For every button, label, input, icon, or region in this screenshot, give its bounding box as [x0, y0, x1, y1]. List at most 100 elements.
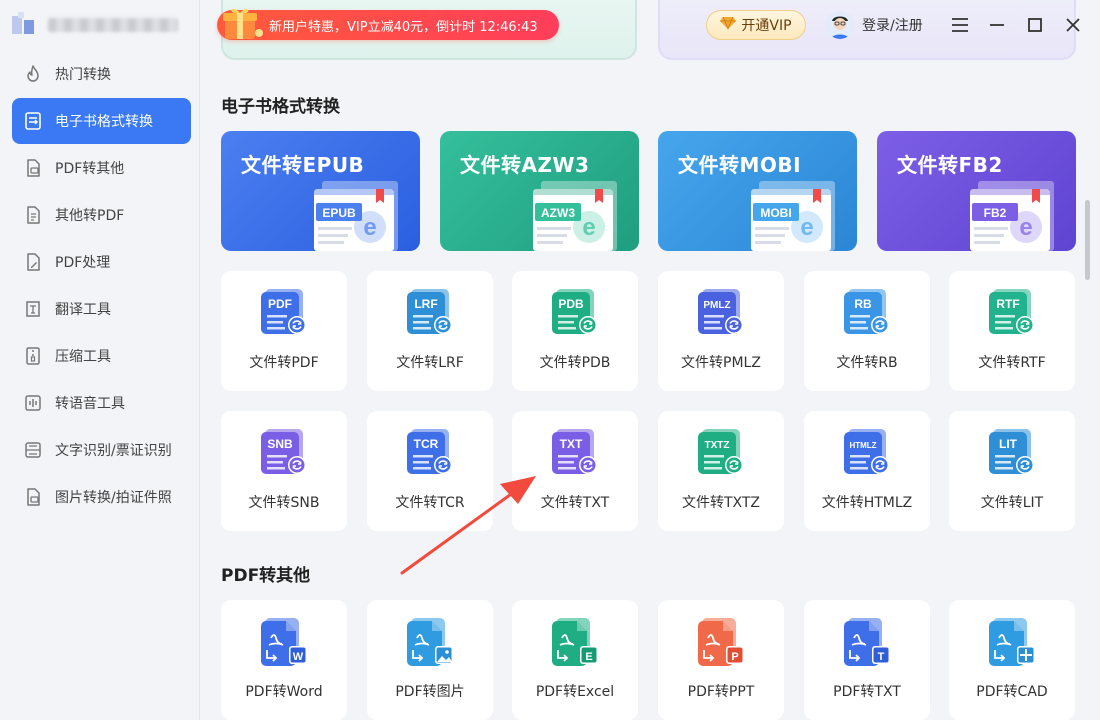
tool-card[interactable]: TXTZ 文件转TXTZ — [658, 411, 784, 531]
section-title: 电子书格式转换 — [221, 97, 340, 117]
sidebar-item-label: 翻译工具 — [55, 302, 111, 318]
sidebar-item-other-to-pdf[interactable]: 其他转PDF — [12, 192, 191, 238]
app-name-blurred — [48, 18, 178, 32]
tool-label: PDF转PPT — [687, 684, 755, 700]
tool-card[interactable]: PDB 文件转PDB — [512, 271, 638, 391]
translate-icon — [22, 298, 44, 320]
featured-card-title: 文件转MOBI — [678, 153, 802, 177]
maximize-icon[interactable] — [1023, 13, 1047, 37]
gift-icon — [217, 3, 269, 41]
tool-card[interactable]: E PDF转Excel — [512, 600, 638, 720]
book-badge-text: AZW3 — [541, 206, 575, 220]
vip-label: 开通VIP — [741, 18, 792, 34]
tool-label: PDF转TXT — [833, 684, 901, 700]
vip-button[interactable]: 开通VIP — [706, 10, 806, 40]
pdf-doc-icon — [22, 157, 44, 179]
sidebar-item-image[interactable]: 图片转换/拍证件照 — [12, 474, 191, 520]
tool-label: 文件转PDF — [249, 355, 319, 371]
tool-card[interactable]: LRF 文件转LRF — [367, 271, 493, 391]
file-tag-text: TXTZ — [705, 440, 730, 451]
file-tag-text: RB — [854, 297, 872, 311]
close-icon[interactable] — [1061, 13, 1085, 37]
file-convert-icon: PDF — [261, 289, 307, 337]
sidebar-item-label: 其他转PDF — [55, 208, 125, 224]
sidebar-item-pdf-to-other[interactable]: PDF转其他 — [12, 145, 191, 191]
tool-card[interactable]: P PDF转PPT — [658, 600, 784, 720]
promo-text: 新用户特惠，VIP立减40元，倒计时 12:46:43 — [269, 19, 538, 35]
file-tag-text: TCR — [414, 437, 439, 451]
file-tag-text: LIT — [999, 437, 1018, 451]
tool-card[interactable]: PDF 文件转PDF — [221, 271, 347, 391]
sidebar-item-voice[interactable]: 转语音工具 — [12, 380, 191, 426]
diamond-icon — [720, 16, 737, 34]
pdf-convert-icon — [989, 618, 1035, 666]
tool-label: PDF转Word — [245, 684, 323, 700]
section-title: PDF转其他 — [221, 566, 311, 586]
featured-card[interactable]: 文件转AZW3 AZW3 e — [440, 131, 639, 251]
sidebar-item-label: 压缩工具 — [55, 349, 111, 365]
tool-card[interactable]: LIT 文件转LIT — [949, 411, 1075, 531]
sidebar-item-compress[interactable]: 压缩工具 — [12, 333, 191, 379]
tool-card[interactable]: T PDF转TXT — [804, 600, 930, 720]
logo-icon — [12, 12, 38, 38]
sidebar-nav: 热门转换 电子书格式转换 PDF转其他 其他转PDF PDF处理 翻译工具 压缩… — [12, 51, 191, 521]
sidebar-item-label: 电子书格式转换 — [55, 114, 153, 130]
tool-label: 文件转RB — [836, 355, 898, 371]
pdf-convert-icon — [407, 618, 453, 666]
sidebar-item-translate[interactable]: 翻译工具 — [12, 286, 191, 332]
file-convert-icon: SNB — [261, 429, 307, 477]
sidebar-item-ebook[interactable]: 电子书格式转换 — [12, 98, 191, 144]
tool-card[interactable]: SNB 文件转SNB — [221, 411, 347, 531]
app-logo — [12, 12, 182, 38]
tool-card[interactable]: PMLZ 文件转PMLZ — [658, 271, 784, 391]
tool-card[interactable]: W PDF转Word — [221, 600, 347, 720]
file-convert-icon: LRF — [407, 289, 453, 337]
file-tag-text: RTF — [996, 297, 1019, 311]
compress-icon — [22, 345, 44, 367]
pdf-edit-icon — [22, 251, 44, 273]
tool-card[interactable]: PDF转图片 — [367, 600, 493, 720]
featured-card[interactable]: 文件转MOBI MOBI e — [658, 131, 857, 251]
pdf-convert-icon: P — [698, 618, 744, 666]
file-convert-icon: TXTZ — [698, 429, 744, 477]
tool-card[interactable]: RB 文件转RB — [804, 271, 930, 391]
avatar-icon — [826, 11, 854, 39]
badge-letter: E — [585, 651, 592, 663]
book-e-glyph: e — [582, 214, 595, 241]
book-badge-text: FB2 — [984, 206, 1007, 220]
tool-card[interactable]: RTF 文件转RTF — [949, 271, 1075, 391]
file-convert-icon: HTMLZ — [844, 429, 890, 477]
book-badge-text: MOBI — [760, 206, 791, 220]
scrollbar-thumb[interactable] — [1085, 200, 1090, 280]
sidebar-item-hot[interactable]: 热门转换 — [12, 51, 191, 97]
sidebar: 热门转换 电子书格式转换 PDF转其他 其他转PDF PDF处理 翻译工具 压缩… — [0, 0, 200, 720]
book-e-glyph: e — [1019, 214, 1032, 241]
sidebar-item-label: PDF转其他 — [55, 161, 125, 177]
ebook-illustration-icon: EPUB e — [292, 179, 402, 251]
ebook-illustration-icon: FB2 e — [948, 179, 1058, 251]
pdf-convert-icon: W — [261, 618, 307, 666]
menu-icon[interactable] — [948, 13, 972, 37]
sidebar-item-label: 文字识别/票证识别 — [55, 443, 172, 459]
tool-card[interactable]: HTMLZ 文件转HTMLZ — [804, 411, 930, 531]
featured-card[interactable]: 文件转FB2 FB2 e — [877, 131, 1076, 251]
sidebar-item-pdf-process[interactable]: PDF处理 — [12, 239, 191, 285]
featured-card[interactable]: 文件转EPUB EPUB e — [221, 131, 420, 251]
tool-label: PDF转图片 — [395, 684, 465, 700]
doc-to-pdf-icon — [22, 204, 44, 226]
minimize-icon[interactable] — [985, 13, 1009, 37]
ebook-convert-icon — [22, 110, 44, 132]
promo-banner[interactable]: 新用户特惠，VIP立减40元，倒计时 12:46:43 — [217, 8, 559, 40]
tool-label: PDF转Excel — [535, 684, 615, 700]
file-convert-icon: PDB — [552, 289, 598, 337]
file-tag-text: LRF — [414, 297, 437, 311]
image-icon — [22, 486, 44, 508]
file-convert-icon: RTF — [989, 289, 1035, 337]
pdf-convert-icon: T — [844, 618, 890, 666]
ebook-illustration-icon: AZW3 e — [511, 179, 621, 251]
sidebar-item-label: 图片转换/拍证件照 — [55, 490, 172, 506]
tool-card[interactable]: PDF转CAD — [949, 600, 1075, 720]
login-button[interactable]: 登录/注册 — [826, 10, 923, 40]
sidebar-item-ocr[interactable]: 文字识别/票证识别 — [12, 427, 191, 473]
sidebar-item-label: 转语音工具 — [55, 396, 125, 412]
